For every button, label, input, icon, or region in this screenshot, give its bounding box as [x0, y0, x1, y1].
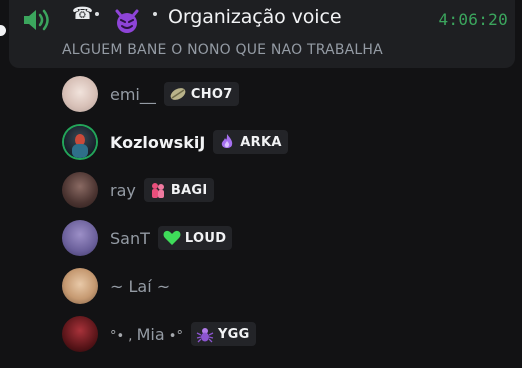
- window-edge-dot: [0, 25, 6, 36]
- voice-member[interactable]: °• , Mia •° YGG: [62, 314, 256, 354]
- pink-couple-icon: [151, 183, 164, 198]
- leaf-icon: [170, 88, 186, 100]
- server-tag-label: ARKA: [240, 134, 282, 150]
- name-decoration: •°: [164, 328, 183, 344]
- separator-dot: [153, 12, 157, 16]
- call-timer: 4:06:20: [438, 10, 508, 29]
- server-tag[interactable]: CHO7: [163, 82, 239, 106]
- server-tag-label: YGG: [217, 326, 250, 342]
- avatar: [62, 220, 98, 256]
- avatar: [62, 316, 98, 352]
- channel-name: Organização voice: [168, 6, 342, 28]
- server-tag-label: CHO7: [190, 86, 233, 102]
- member-name: emi__: [110, 84, 156, 104]
- voice-member[interactable]: ~ Laí ~: [62, 266, 170, 306]
- server-tag[interactable]: YGG: [190, 322, 256, 346]
- member-name: ~ Laí ~: [110, 276, 171, 296]
- voice-member[interactable]: KozlowskiJ ARKA: [62, 122, 288, 162]
- voice-member[interactable]: ray BAGI: [62, 170, 214, 210]
- member-name-text: Mia: [136, 324, 165, 344]
- member-name: KozlowskiJ: [110, 132, 206, 152]
- purple-spider-icon: [196, 328, 214, 343]
- member-name: ray: [110, 180, 136, 200]
- voice-member[interactable]: emi__ CHO7: [62, 74, 239, 114]
- phone-icon: ☎: [72, 4, 94, 24]
- server-tag-label: LOUD: [184, 230, 227, 246]
- voice-member[interactable]: SanT LOUD: [62, 218, 233, 258]
- green-heart-icon: [163, 230, 181, 245]
- avatar: [62, 76, 98, 112]
- purple-demon-icon: [115, 9, 139, 33]
- avatar: [62, 268, 98, 304]
- name-decoration: °• ,: [110, 328, 137, 344]
- member-name: SanT: [110, 228, 150, 248]
- server-tag[interactable]: ARKA: [213, 130, 288, 154]
- purple-flame-icon: [222, 134, 233, 148]
- member-name: °• , Mia •°: [110, 325, 183, 344]
- server-tag[interactable]: BAGI: [143, 178, 214, 202]
- server-tag-label: BAGI: [170, 182, 208, 198]
- separator-dot: [95, 12, 99, 16]
- channel-status: ALGUEM BANE O NONO QUE NAO TRABALHA: [62, 42, 383, 58]
- server-tag[interactable]: LOUD: [157, 226, 233, 250]
- avatar: [62, 172, 98, 208]
- voice-channel-speaker-icon[interactable]: [21, 6, 51, 34]
- avatar: [64, 126, 96, 158]
- voice-channel-header: ☎ Organização voice 4:06:20 ALGUEM BANE …: [9, 0, 515, 68]
